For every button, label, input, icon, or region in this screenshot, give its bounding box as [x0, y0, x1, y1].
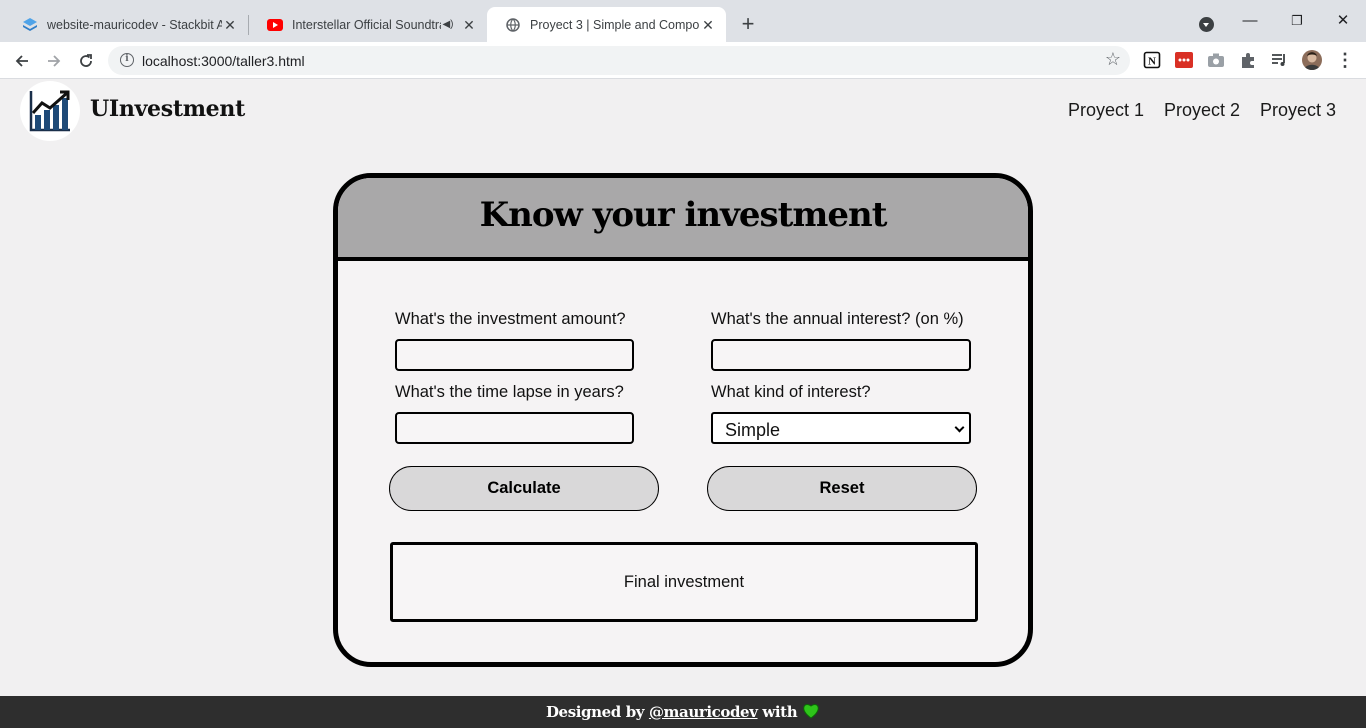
- footer-prefix: Designed by: [545, 703, 645, 721]
- nav-link-proyect-1[interactable]: Proyect 1: [1068, 100, 1144, 121]
- back-arrow-icon[interactable]: [11, 50, 33, 72]
- nav-link-proyect-3[interactable]: Proyect 3: [1260, 100, 1336, 121]
- tab-title: website-mauricodev - Stackbit Ap: [47, 17, 222, 32]
- browser-tab-proyect3[interactable]: Proyect 3 | Simple and Compoun ✕: [487, 7, 726, 42]
- speaker-icon[interactable]: ◀): [441, 17, 455, 33]
- interest-label: What's the annual interest? (on %): [711, 310, 964, 328]
- reload-icon[interactable]: [75, 50, 97, 72]
- browser-tab-stackbit[interactable]: website-mauricodev - Stackbit Ap ✕: [4, 7, 248, 42]
- media-queue-icon[interactable]: [1270, 51, 1288, 69]
- card-title: Know your investment: [479, 195, 888, 235]
- profile-avatar[interactable]: [1302, 50, 1322, 70]
- address-bar[interactable]: i localhost:3000/taller3.html ☆: [108, 46, 1130, 75]
- browser-tab-strip: website-mauricodev - Stackbit Ap ✕ Inter…: [0, 0, 1366, 42]
- close-tab-icon[interactable]: ✕: [222, 17, 238, 33]
- amount-label: What's the investment amount?: [395, 310, 626, 328]
- red-extension-icon[interactable]: [1175, 51, 1193, 69]
- brand-name[interactable]: UInvestment: [90, 96, 245, 122]
- camera-extension-icon[interactable]: [1207, 51, 1225, 69]
- heart-icon: [802, 698, 820, 728]
- brand-logo[interactable]: [20, 81, 80, 141]
- time-input[interactable]: [395, 412, 634, 444]
- minimize-button[interactable]: —: [1240, 11, 1260, 31]
- bookmark-star-icon[interactable]: ☆: [1105, 49, 1121, 70]
- interest-kind-select[interactable]: Simple: [711, 412, 971, 444]
- reset-button[interactable]: Reset: [707, 466, 977, 511]
- tab-title: Interstellar Official Soundtrac: [292, 17, 441, 32]
- card-header: Know your investment: [338, 178, 1028, 261]
- time-label: What's the time lapse in years?: [395, 383, 624, 401]
- interest-input[interactable]: [711, 339, 971, 371]
- investment-card: Know your investment What's the investme…: [333, 173, 1033, 667]
- more-menu-icon[interactable]: ⋮: [1336, 51, 1354, 69]
- forward-arrow-icon[interactable]: [43, 50, 65, 72]
- kind-label: What kind of interest?: [711, 383, 871, 401]
- chevron-down-icon: [954, 422, 965, 433]
- notion-extension-icon[interactable]: N: [1143, 51, 1161, 69]
- interest-kind-value: Simple: [725, 420, 781, 440]
- amount-input[interactable]: [395, 339, 634, 371]
- tab-title: Proyect 3 | Simple and Compoun: [530, 17, 700, 32]
- page-footer: Designed by @mauricodev with: [0, 696, 1366, 728]
- globe-icon: [505, 17, 521, 33]
- calculate-button[interactable]: Calculate: [389, 466, 659, 511]
- puzzle-extensions-icon[interactable]: [1239, 51, 1257, 69]
- footer-suffix: with: [762, 703, 798, 721]
- close-tab-icon[interactable]: ✕: [461, 17, 477, 33]
- svg-text:N: N: [1148, 56, 1156, 68]
- nav-link-proyect-2[interactable]: Proyect 2: [1164, 100, 1240, 121]
- stackbit-cube-icon: [22, 17, 38, 33]
- close-window-button[interactable]: ✕: [1333, 11, 1353, 31]
- address-url[interactable]: localhost:3000/taller3.html: [142, 53, 305, 69]
- author-link[interactable]: @mauricodev: [649, 703, 758, 721]
- tab-search-icon[interactable]: [1199, 17, 1214, 32]
- maximize-button[interactable]: ❐: [1287, 11, 1307, 31]
- close-tab-icon[interactable]: ✕: [700, 17, 716, 33]
- youtube-icon: [267, 17, 283, 33]
- new-tab-button[interactable]: +: [737, 13, 759, 35]
- site-info-icon[interactable]: i: [120, 53, 134, 67]
- final-investment-output: Final investment: [390, 542, 978, 622]
- browser-toolbar: i localhost:3000/taller3.html ☆ N ⋮: [0, 42, 1366, 79]
- browser-tab-youtube[interactable]: Interstellar Official Soundtrac ◀) ✕: [249, 7, 487, 42]
